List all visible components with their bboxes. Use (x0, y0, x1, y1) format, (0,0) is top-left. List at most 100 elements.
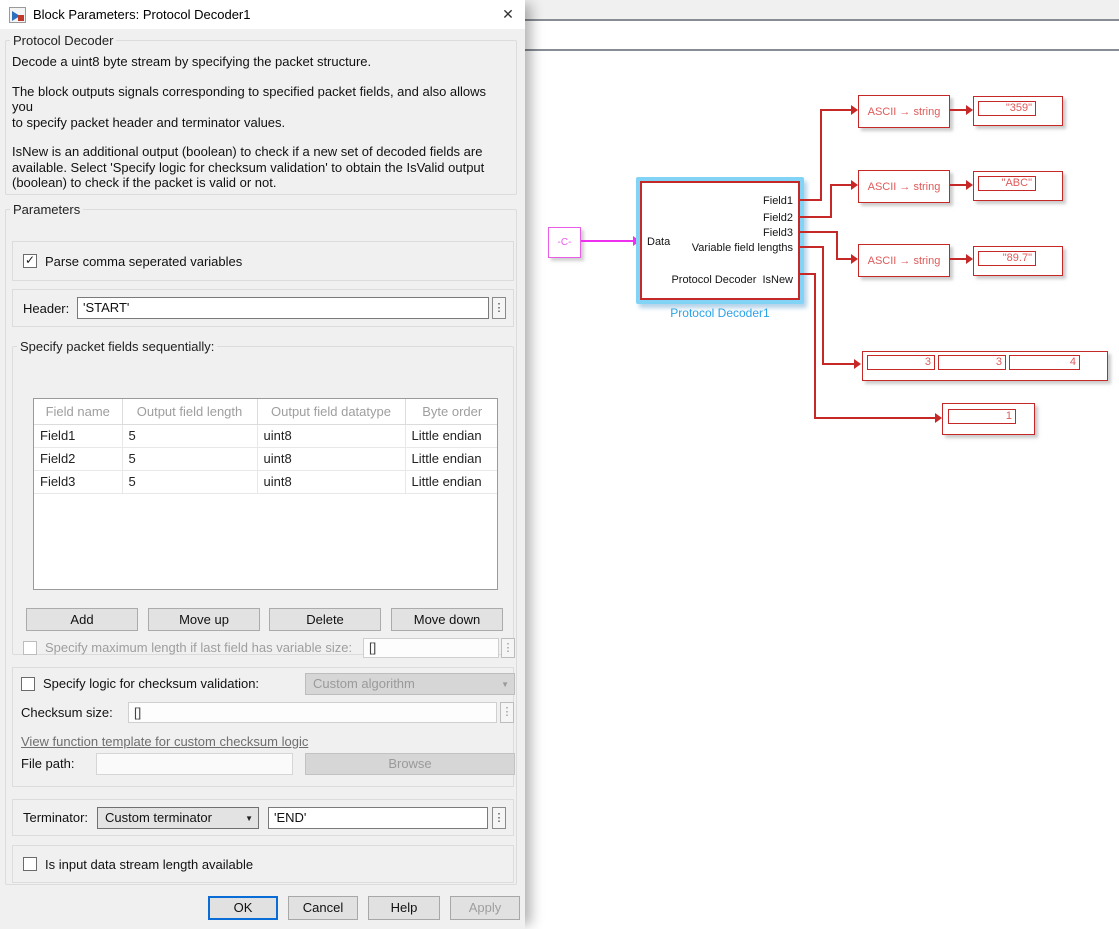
display-block-lengths[interactable]: 3 3 4 (862, 351, 1108, 381)
wire-field1 (820, 110, 822, 201)
wire-field3 (836, 231, 838, 260)
block-parameters-icon (9, 7, 26, 23)
wire-arrowhead (966, 180, 973, 190)
column-header: Byte order (405, 399, 498, 424)
cell-byte-order[interactable]: Little endian (405, 424, 498, 447)
icon-square (18, 15, 24, 21)
packet-fields-table[interactable]: Field name Output field length Output fi… (33, 398, 498, 590)
terminator-value-input[interactable]: 'END' (268, 807, 488, 829)
wire-ascii3-display (950, 258, 967, 260)
terminator-label: Terminator: (23, 810, 88, 825)
table-header-row: Field name Output field length Output fi… (34, 399, 498, 424)
column-header: Field name (34, 399, 122, 424)
display-block-field3[interactable]: "89.7" (973, 246, 1063, 276)
ok-button[interactable]: OK (208, 896, 278, 920)
column-header: Output field length (122, 399, 257, 424)
header-ellipsis-button[interactable] (492, 297, 506, 319)
wire-constant-to-data (581, 240, 634, 242)
display-block-field1[interactable]: "359" (973, 96, 1063, 126)
table-row[interactable]: Field3 5 uint8 Little endian (34, 470, 498, 493)
cell-byte-order[interactable]: Little endian (405, 447, 498, 470)
display-block-field2[interactable]: "ABC" (973, 171, 1063, 201)
stream-length-label: Is input data stream length available (45, 857, 253, 872)
display-block-isnew[interactable]: 1 (942, 403, 1035, 435)
move-down-button[interactable]: Move down (391, 608, 503, 631)
wire-lengths (800, 246, 824, 248)
checksum-size-ellipsis-button[interactable] (500, 702, 514, 723)
terminator-mode-dropdown[interactable]: Custom terminator (97, 807, 259, 829)
header-row: Header: 'START' (12, 289, 514, 327)
max-length-input[interactable]: [] (363, 638, 499, 658)
delete-button[interactable]: Delete (269, 608, 381, 631)
display-value: 1 (948, 409, 1016, 424)
wire-arrowhead (966, 254, 973, 264)
help-button[interactable]: Help (368, 896, 440, 920)
file-path-label: File path: (21, 756, 74, 771)
decoder-block-name[interactable]: Protocol Decoder1 (626, 306, 814, 320)
parameters-group: Parameters Parse comma seperated variabl… (5, 202, 517, 885)
table-row[interactable]: Field2 5 uint8 Little endian (34, 447, 498, 470)
table-row[interactable]: Field1 5 uint8 Little endian (34, 424, 498, 447)
cell-field-name[interactable]: Field1 (34, 424, 122, 447)
file-path-input[interactable] (96, 753, 293, 775)
cell-field-name[interactable]: Field3 (34, 470, 122, 493)
cell-field-datatype[interactable]: uint8 (257, 447, 405, 470)
browse-button[interactable]: Browse (305, 753, 515, 775)
move-up-button[interactable]: Move up (148, 608, 260, 631)
wire-field1 (800, 199, 822, 201)
cell-field-name[interactable]: Field2 (34, 447, 122, 470)
apply-button[interactable]: Apply (450, 896, 520, 920)
parse-csv-checkbox[interactable] (23, 254, 37, 268)
ascii-to-string-block-3[interactable]: ASCII → string (858, 244, 950, 277)
description-paragraph: IsNew is an additional output (boolean) … (6, 130, 516, 191)
max-length-row: Specify maximum length if last field has… (23, 640, 507, 655)
max-length-checkbox[interactable] (23, 641, 37, 655)
dialog-footer: OK Cancel Help Apply (0, 896, 525, 929)
cancel-button[interactable]: Cancel (288, 896, 358, 920)
description-paragraph: The block outputs signals corresponding … (6, 70, 516, 131)
cell-field-length[interactable]: 5 (122, 424, 257, 447)
wire-arrowhead (851, 105, 858, 115)
checksum-label: Specify logic for checksum validation: (43, 676, 259, 691)
view-template-link[interactable]: View function template for custom checks… (21, 734, 308, 749)
dialog-title: Block Parameters: Protocol Decoder1 (33, 7, 250, 22)
window-top-strip (520, 0, 1119, 19)
wire-arrowhead (935, 413, 942, 423)
dialog-titlebar: Block Parameters: Protocol Decoder1 (0, 0, 525, 29)
cell-field-length[interactable]: 5 (122, 470, 257, 493)
checksum-checkbox[interactable] (21, 677, 35, 691)
checksum-size-label: Checksum size: (21, 705, 113, 720)
port-data: Data (647, 236, 670, 248)
cell-field-length[interactable]: 5 (122, 447, 257, 470)
cell-byte-order[interactable]: Little endian (405, 470, 498, 493)
max-length-label: Specify maximum length if last field has… (45, 640, 352, 655)
display-value: "359" (978, 101, 1036, 116)
ascii-to-string-block-1[interactable]: ASCII → string (858, 95, 950, 128)
toolbar-divider-bottom (520, 49, 1119, 51)
wire-field3 (800, 231, 838, 233)
checksum-size-input[interactable]: [] (128, 702, 497, 723)
terminator-row: Terminator: Custom terminator 'END' (12, 799, 514, 836)
wire-isnew (814, 417, 936, 419)
wire-arrowhead (851, 254, 858, 264)
ascii-to-string-block-2[interactable]: ASCII → string (858, 170, 950, 203)
add-button[interactable]: Add (26, 608, 138, 631)
display-value: 3 (867, 355, 935, 370)
wire-arrowhead (854, 359, 861, 369)
wire-field2 (830, 184, 852, 186)
cell-field-datatype[interactable]: uint8 (257, 424, 405, 447)
protocol-decoder-block[interactable]: Data Field1 Field2 Field3 Variable field… (640, 181, 800, 300)
stream-length-checkbox[interactable] (23, 857, 37, 871)
terminator-ellipsis-button[interactable] (492, 807, 506, 829)
wire-field1 (820, 109, 852, 111)
max-length-ellipsis-button[interactable] (501, 638, 515, 658)
display-value: "89.7" (978, 251, 1036, 266)
wire-isnew (814, 273, 816, 419)
description-paragraph: Decode a uint8 byte stream by specifying… (6, 48, 516, 70)
checksum-algorithm-dropdown[interactable]: Custom algorithm (305, 673, 515, 695)
cell-field-datatype[interactable]: uint8 (257, 470, 405, 493)
constant-block[interactable]: -C- (548, 227, 581, 258)
block-description-title: Protocol Decoder (10, 33, 116, 48)
header-input[interactable]: 'START' (77, 297, 489, 319)
close-icon[interactable] (493, 2, 523, 28)
